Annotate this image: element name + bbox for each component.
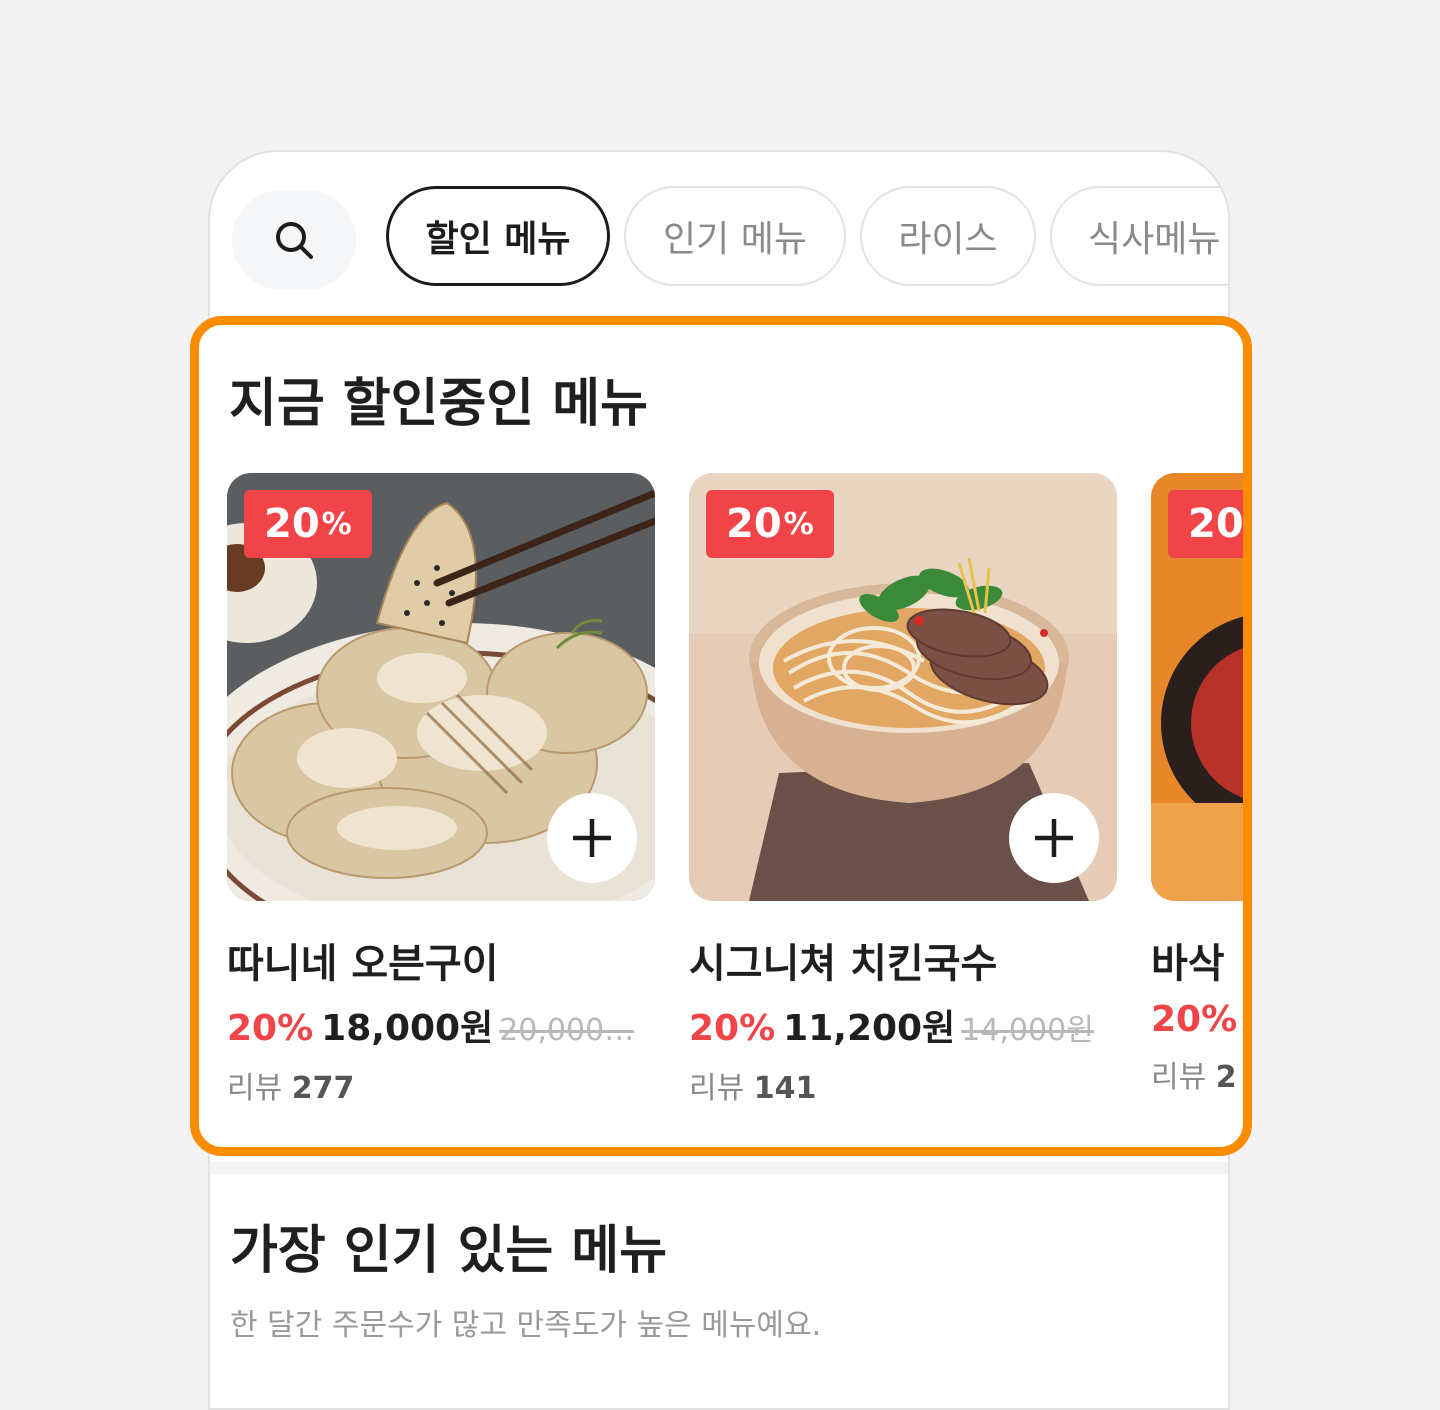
badge-value: 20 [726, 501, 782, 547]
menu-name: 바삭 [1151, 941, 1225, 987]
badge-unit: % [783, 506, 814, 542]
discount-badge: 20 [1168, 490, 1244, 558]
price-row: 20% 18,000원 20,000… [227, 999, 655, 1051]
menu-card[interactable]: 20% 시그니쳐 치킨국수 20% 11,200원 14,000원 리뷰 141 [689, 473, 1117, 1107]
tab-popular-menu[interactable]: 인기 메뉴 [624, 186, 846, 286]
sale-price: 18,000원 [321, 1008, 494, 1049]
discount-section-highlight: 지금 할인중인 메뉴 20 % 따니네 오븐구이 20% 18,000원 20,… [190, 316, 1252, 1156]
review-number: 2 [1215, 1060, 1237, 1095]
add-to-cart-button[interactable] [1009, 793, 1099, 883]
tab-discount-menu[interactable]: 할인 메뉴 [386, 186, 610, 286]
popular-section-subtitle: 한 달간 주문수가 많고 만족도가 높은 메뉴예요. [230, 1308, 822, 1343]
badge-unit: % [321, 506, 352, 542]
review-number: 141 [753, 1071, 817, 1106]
menu-image-oven-roast: 20% [227, 473, 655, 901]
add-to-cart-button[interactable] [547, 793, 637, 883]
search-button[interactable] [232, 190, 356, 290]
review-count: 리뷰 141 [689, 1063, 1117, 1107]
discount-section-title: 지금 할인중인 메뉴 [229, 374, 648, 434]
badge-value: 20 [1188, 501, 1244, 547]
tab-label: 식사메뉴 [1088, 219, 1221, 260]
original-price: 14,000원 [961, 1013, 1094, 1048]
tab-label: 라이스 [898, 219, 998, 260]
menu-image-chicken-noodle: 20% [689, 473, 1117, 901]
tab-meal-menu[interactable]: 식사메뉴 [1050, 186, 1228, 286]
category-tab-bar: 할인 메뉴 인기 메뉴 라이스 식사메뉴 [210, 152, 1228, 292]
review-label: 리뷰 [689, 1071, 745, 1106]
plus-icon [573, 819, 611, 857]
menu-name: 시그니쳐 치킨국수 [689, 941, 998, 987]
review-number: 277 [291, 1071, 355, 1106]
review-label: 리뷰 [227, 1071, 283, 1106]
popular-section-title: 가장 인기 있는 메뉴 [230, 1221, 668, 1281]
discount-badge: 20% [706, 490, 834, 558]
review-count: 리뷰 277 [227, 1063, 655, 1107]
menu-card[interactable]: 20 바삭 20% 리뷰 2 [1151, 473, 1244, 1096]
plus-icon [1035, 819, 1073, 857]
menu-name: 따니네 오븐구이 [227, 941, 499, 987]
tab-rice[interactable]: 라이스 [860, 186, 1036, 286]
original-price: 20,000… [499, 1013, 635, 1048]
price-row: 20% [1151, 999, 1243, 1040]
discount-rate: 20% [227, 1008, 314, 1049]
section-divider [210, 1162, 1228, 1174]
tab-label: 인기 메뉴 [663, 219, 807, 260]
sale-price: 11,200원 [783, 1008, 956, 1049]
discount-badge: 20% [244, 490, 372, 558]
discount-rate: 20% [689, 1008, 776, 1049]
menu-card[interactable]: 20% 따니네 오븐구이 20% 18,000원 20,000… 리뷰 277 [227, 473, 655, 1107]
tab-label: 할인 메뉴 [425, 219, 571, 260]
menu-image-third: 20 [1151, 473, 1244, 901]
review-count: 리뷰 2 [1151, 1052, 1243, 1096]
discount-rate: 20% [1151, 999, 1238, 1040]
price-row: 20% 11,200원 14,000원 [689, 999, 1117, 1051]
search-icon [276, 222, 313, 259]
badge-value: 20 [264, 501, 320, 547]
review-label: 리뷰 [1151, 1060, 1207, 1095]
